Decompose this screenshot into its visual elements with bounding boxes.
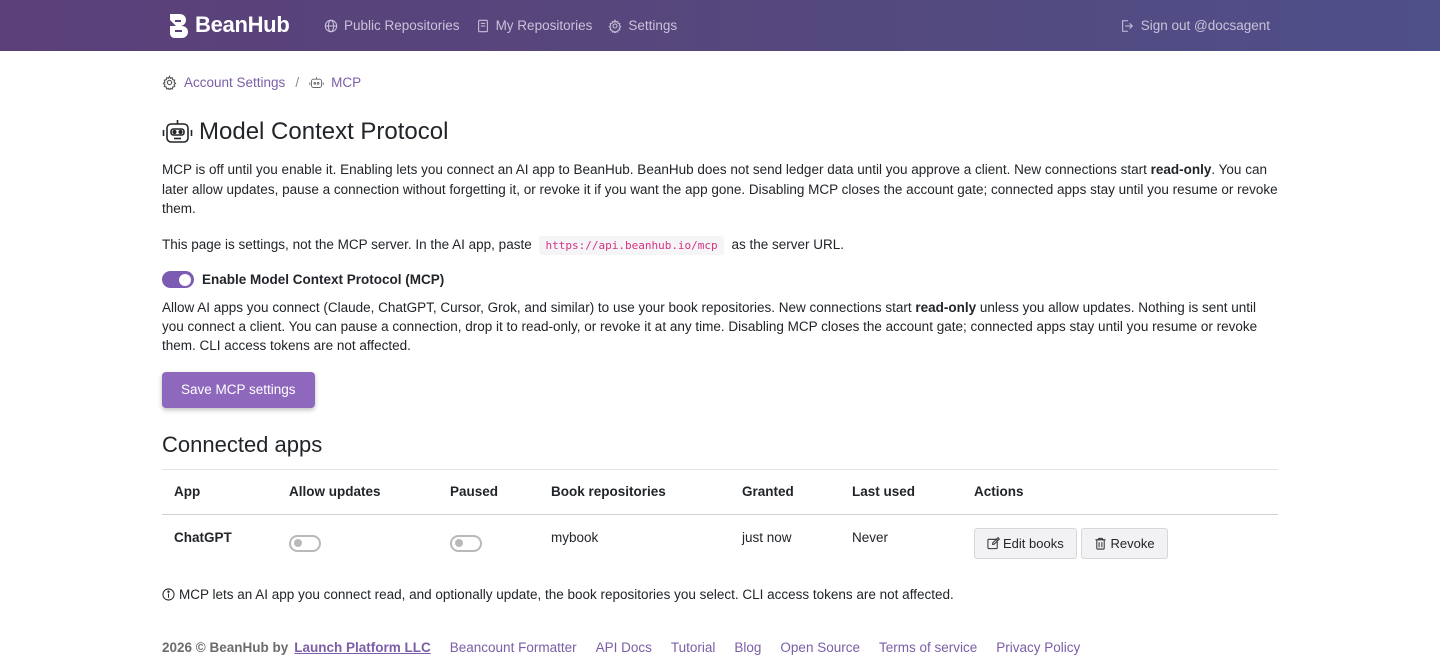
table-header-row: App Allow updates Paused Book repositori… — [162, 468, 1278, 515]
nav-item-settings[interactable]: Settings — [608, 18, 677, 33]
granted-cell: just now — [742, 529, 792, 545]
url-suffix: as the server URL. — [731, 236, 844, 252]
revoke-label: Revoke — [1110, 535, 1155, 551]
column-header-last-used: Last used — [840, 468, 962, 515]
table-row: ChatGPT mybook just now Never Edit books — [162, 514, 1278, 568]
intro-text-bold: read-only — [1150, 162, 1212, 177]
column-header-app: App — [162, 468, 277, 515]
footer-link-terms[interactable]: Terms of service — [879, 640, 977, 655]
nav-item-my-repositories[interactable]: My Repositories — [476, 18, 593, 33]
column-header-paused: Paused — [438, 468, 539, 515]
footer-link-beancount-formatter[interactable]: Beancount Formatter — [450, 640, 577, 655]
enable-mcp-toggle[interactable] — [162, 271, 194, 288]
connected-apps-heading: Connected apps — [162, 431, 323, 457]
signout-label: Sign out @docsagent — [1140, 18, 1270, 33]
edit-icon — [987, 536, 1000, 549]
column-header-book-repositories: Book repositories — [539, 468, 730, 515]
breadcrumb-mcp[interactable]: MCP — [309, 75, 361, 90]
server-url-text: This page is settings, not the MCP serve… — [162, 235, 1278, 256]
paused-cell — [438, 514, 539, 568]
app-name-cell: ChatGPT — [174, 529, 232, 545]
footer-link-blog[interactable]: Blog — [734, 640, 761, 655]
paused-toggle[interactable] — [450, 534, 482, 552]
footer-link-tutorial[interactable]: Tutorial — [671, 640, 716, 655]
intro-text: MCP is off until you enable it. Enabling… — [162, 160, 1278, 219]
breadcrumb-label: MCP — [331, 74, 362, 90]
column-header-granted: Granted — [730, 468, 840, 515]
enable-mcp-label[interactable]: Enable Model Context Protocol (MCP) — [202, 272, 444, 287]
gear-icon — [608, 18, 622, 33]
edit-books-label: Edit books — [1003, 535, 1064, 551]
enable-mcp-row: Enable Model Context Protocol (MCP) — [162, 271, 1278, 289]
brand-logo[interactable]: BeanHub — [166, 12, 290, 38]
revoke-button[interactable]: Revoke — [1081, 527, 1168, 559]
info-note: MCP lets an AI app you connect read, and… — [162, 587, 1278, 602]
breadcrumb-separator: / — [295, 74, 300, 90]
mcp-help-text: Allow AI apps you connect (Claude, ChatG… — [162, 298, 1278, 355]
intro-text-part: MCP is off until you enable it. Enabling… — [162, 162, 1151, 177]
page-heading: Model Context Protocol — [199, 118, 449, 145]
sign-out-icon — [1121, 19, 1133, 32]
nav-item-label: My Repositories — [495, 18, 593, 33]
breadcrumb-label: Account Settings — [184, 74, 286, 90]
robot-icon — [162, 120, 193, 143]
beanhub-logo-icon — [170, 14, 188, 38]
info-note-text: MCP lets an AI app you connect read, and… — [179, 587, 954, 602]
footer-link-open-source[interactable]: Open Source — [780, 640, 860, 655]
trash-icon — [1095, 537, 1107, 550]
breadcrumb: Account Settings / MCP — [162, 73, 1278, 91]
footer-company-link[interactable]: Launch Platform LLC — [294, 640, 431, 655]
breadcrumb-account-settings[interactable]: Account Settings — [162, 75, 285, 90]
top-navbar: BeanHub Public Repositories My Repositor… — [0, 0, 1440, 51]
actions-cell: Edit books Revoke — [962, 514, 1278, 568]
nav-item-label: Settings — [628, 18, 678, 33]
column-header-allow-updates: Allow updates — [277, 468, 438, 515]
nav-item-label: Public Repositories — [344, 18, 460, 33]
edit-books-button[interactable]: Edit books — [974, 527, 1077, 559]
help-text-part: Allow AI apps you connect (Claude, ChatG… — [162, 299, 916, 315]
brand-name: BeanHub — [195, 12, 290, 37]
info-icon — [162, 588, 175, 601]
main-content: Account Settings / MCP Model Context Pro… — [162, 51, 1278, 656]
footer-link-api-docs[interactable]: API Docs — [596, 640, 652, 655]
allow-updates-toggle[interactable] — [289, 534, 321, 552]
footer-copyright: 2026 © BeanHub by — [162, 639, 289, 655]
help-text-bold: read-only — [915, 299, 977, 315]
connected-apps-table: App Allow updates Paused Book repositori… — [162, 468, 1278, 569]
book-repositories-cell: mybook — [551, 529, 599, 545]
last-used-cell: Never — [852, 529, 889, 545]
signout-link[interactable]: Sign out @docsagent — [1120, 0, 1270, 51]
footer-link-privacy[interactable]: Privacy Policy — [996, 640, 1080, 655]
globe-icon — [324, 19, 338, 32]
robot-icon — [309, 76, 324, 88]
column-header-actions: Actions — [962, 468, 1278, 515]
footer: 2026 © BeanHub by Launch Platform LLC Be… — [162, 638, 1278, 656]
nav-item-public-repositories[interactable]: Public Repositories — [324, 18, 460, 33]
server-url[interactable]: https://api.beanhub.io/mcp — [539, 235, 724, 255]
page-title: Model Context Protocol — [162, 117, 1278, 147]
allow-updates-cell — [277, 514, 438, 568]
book-icon — [477, 19, 488, 32]
save-mcp-settings-button[interactable]: Save MCP settings — [162, 371, 315, 408]
url-prefix: This page is settings, not the MCP serve… — [162, 236, 532, 252]
nav-menu: Public Repositories My Repositories Sett… — [324, 0, 677, 51]
gear-icon — [162, 74, 177, 90]
